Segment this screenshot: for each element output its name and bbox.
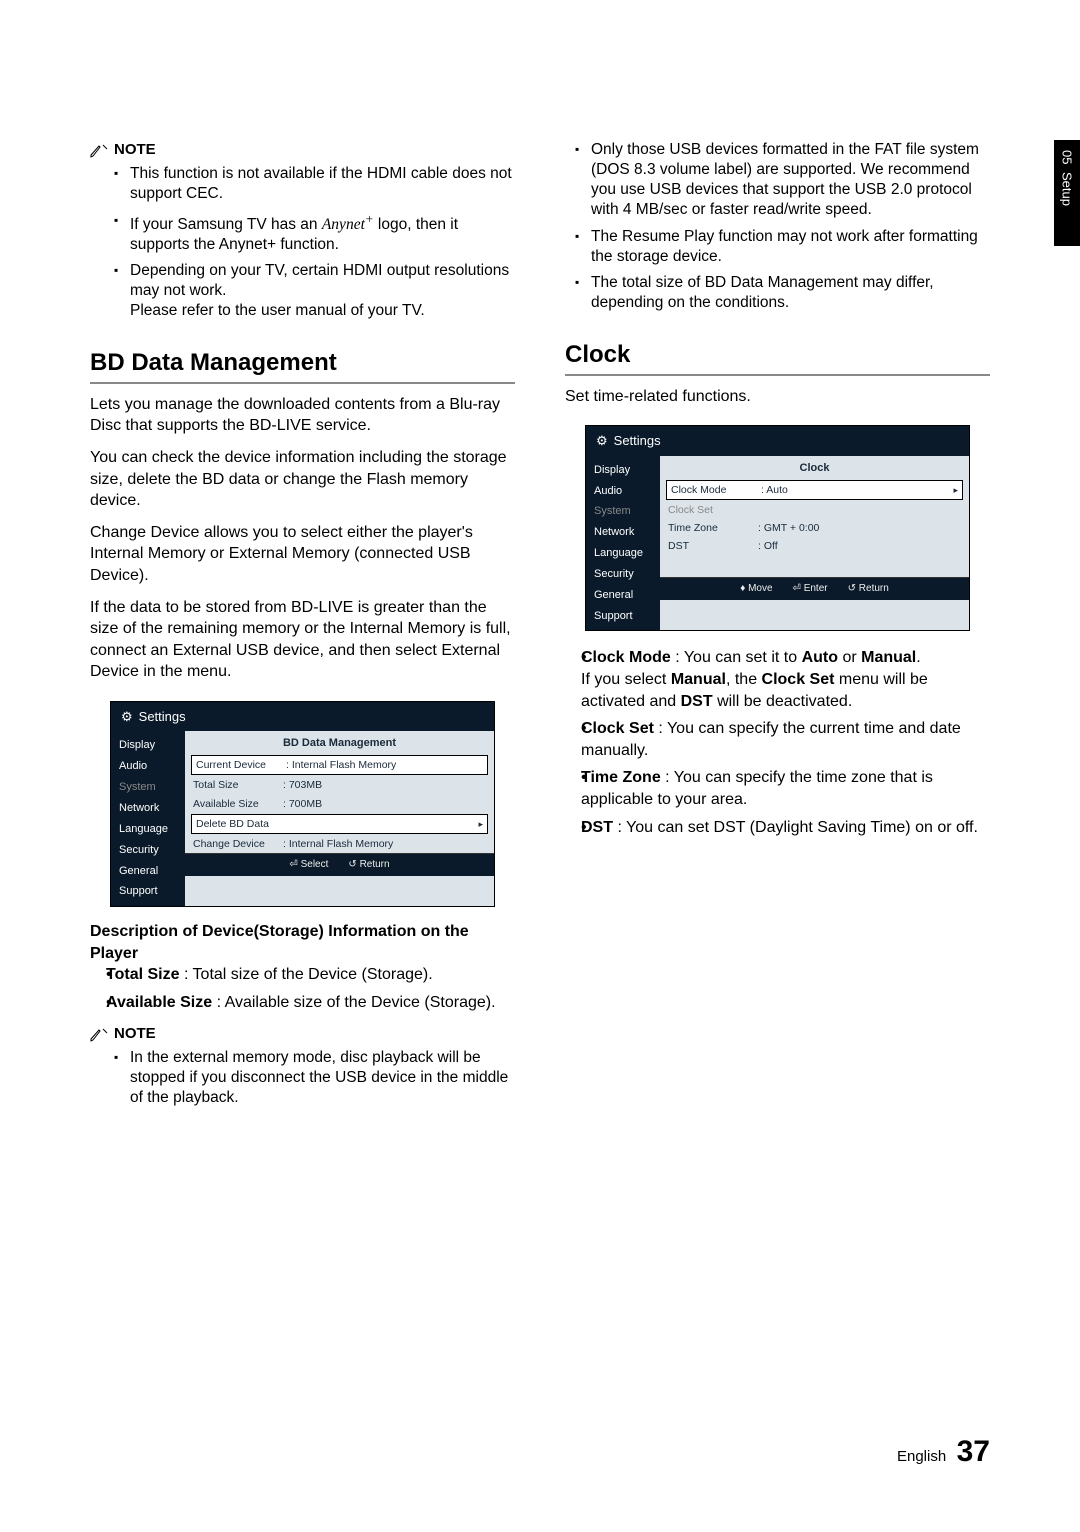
- gear-icon: ⚙: [121, 708, 133, 726]
- right-column: Only those USB devices formatted in the …: [565, 140, 990, 1114]
- clock-bullet: Time Zone : You can specify the time zon…: [581, 767, 990, 810]
- clock-bullet: Clock Set : You can specify the current …: [581, 718, 990, 761]
- desc-item: Total Size : Total size of the Device (S…: [106, 964, 515, 986]
- sb-sidebar: Display Audio System Network Language Se…: [586, 456, 660, 631]
- bd-settings-screenshot: ⚙ Settings Display Audio System Network …: [110, 701, 495, 907]
- sb-main-title: BD Data Management: [185, 731, 494, 754]
- clock-heading: Clock: [565, 339, 990, 371]
- bd-p4: If the data to be stored from BD-LIVE is…: [90, 597, 515, 683]
- note-heading-2: NOTE: [90, 1024, 515, 1044]
- bd-p3: Change Device allows you to select eithe…: [90, 522, 515, 587]
- desc-list: Total Size : Total size of the Device (S…: [90, 964, 515, 1013]
- note-item: In the external memory mode, disc playba…: [130, 1048, 515, 1108]
- note-heading: NOTE: [90, 140, 515, 160]
- chapter-number: 05: [1058, 150, 1076, 164]
- anynet-logo: Anynet+: [322, 216, 374, 233]
- note-item: This function is not available if the HD…: [130, 164, 515, 204]
- gear-icon: ⚙: [596, 432, 608, 450]
- sb-sidebar: Display Audio System Network Language Se…: [111, 731, 185, 906]
- bd-p1: Lets you manage the downloaded contents …: [90, 394, 515, 437]
- clock-intro: Set time-related functions.: [565, 386, 990, 408]
- note-item: Only those USB devices formatted in the …: [591, 140, 990, 221]
- clock-bullet: Clock Mode : You can set it to Auto or M…: [581, 647, 990, 712]
- note-item: If your Samsung TV has an Anynet+ logo, …: [130, 211, 515, 255]
- note-item: Depending on your TV, certain HDMI outpu…: [130, 261, 515, 321]
- sb-title: Settings: [139, 708, 186, 726]
- clock-bullet: DST : You can set DST (Daylight Saving T…: [581, 817, 990, 839]
- footer-page-number: 37: [957, 1435, 990, 1468]
- chevron-right-icon: ▸: [478, 818, 483, 830]
- note-list-1: This function is not available if the HD…: [90, 164, 515, 321]
- note-label: NOTE: [114, 140, 156, 160]
- chapter-name: Setup: [1058, 172, 1076, 206]
- right-top-list: Only those USB devices formatted in the …: [565, 140, 990, 313]
- note-item: The Resume Play function may not work af…: [591, 227, 990, 267]
- note-icon: [90, 143, 108, 157]
- bd-heading: BD Data Management: [90, 347, 515, 379]
- side-tab: 05 Setup: [1054, 140, 1080, 246]
- footer-language: English: [897, 1448, 946, 1465]
- bd-p2: You can check the device information inc…: [90, 447, 515, 512]
- chevron-right-icon: ▸: [953, 484, 958, 496]
- note-icon: [90, 1027, 108, 1041]
- sb-title: Settings: [614, 432, 661, 450]
- note-label: NOTE: [114, 1024, 156, 1044]
- note-item: The total size of BD Data Management may…: [591, 273, 990, 313]
- clock-settings-screenshot: ⚙ Settings Display Audio System Network …: [585, 425, 970, 631]
- clock-bullets: Clock Mode : You can set it to Auto or M…: [565, 647, 990, 838]
- sb-main-title: Clock: [660, 456, 969, 479]
- desc-item: Available Size : Available size of the D…: [106, 992, 515, 1014]
- desc-heading: Description of Device(Storage) Informati…: [90, 923, 469, 962]
- note-list-2: In the external memory mode, disc playba…: [90, 1048, 515, 1108]
- left-column: NOTE This function is not available if t…: [90, 140, 515, 1114]
- page-footer: English 37: [897, 1432, 990, 1473]
